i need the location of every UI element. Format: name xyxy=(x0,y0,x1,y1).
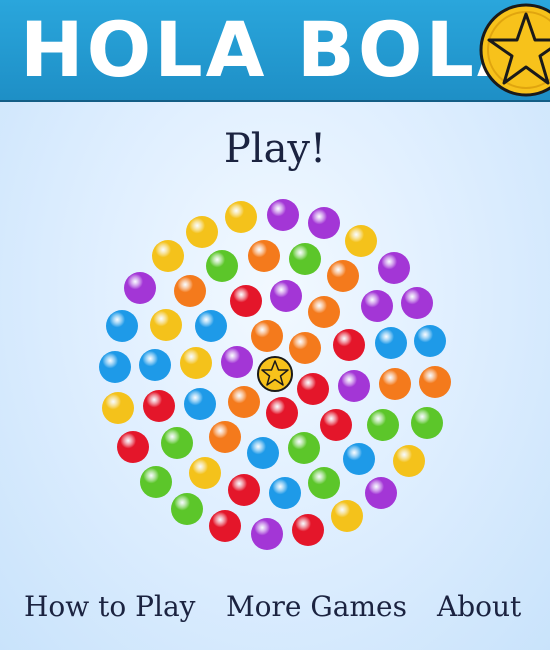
ball-purple[interactable] xyxy=(267,199,299,231)
ball-blue[interactable] xyxy=(414,325,446,357)
ball-purple[interactable] xyxy=(124,272,156,304)
ball-orange[interactable] xyxy=(308,296,340,328)
ball-red[interactable] xyxy=(333,329,365,361)
ball-purple[interactable] xyxy=(308,207,340,239)
ball-green[interactable] xyxy=(411,407,443,439)
ball-green[interactable] xyxy=(367,409,399,441)
ball-purple[interactable] xyxy=(378,252,410,284)
ball-orange[interactable] xyxy=(379,368,411,400)
ball-orange[interactable] xyxy=(289,332,321,364)
ball-green[interactable] xyxy=(161,427,193,459)
ball-purple[interactable] xyxy=(251,518,283,550)
ball-yellow[interactable] xyxy=(331,500,363,532)
ball-yellow[interactable] xyxy=(345,225,377,257)
play-button[interactable]: Play! xyxy=(0,126,550,172)
ball-green[interactable] xyxy=(171,493,203,525)
ball-red[interactable] xyxy=(209,510,241,542)
ball-green[interactable] xyxy=(308,467,340,499)
how-to-play-link[interactable]: How to Play xyxy=(24,590,195,623)
ball-purple[interactable] xyxy=(361,290,393,322)
ball-yellow[interactable] xyxy=(189,457,221,489)
ball-red[interactable] xyxy=(292,514,324,546)
ball-blue[interactable] xyxy=(106,310,138,342)
ball-yellow[interactable] xyxy=(186,216,218,248)
ball-board-canvas[interactable] xyxy=(0,195,550,555)
ball-yellow[interactable] xyxy=(152,240,184,272)
ball-orange[interactable] xyxy=(228,386,260,418)
ball-orange[interactable] xyxy=(174,275,206,307)
ball-blue[interactable] xyxy=(139,349,171,381)
ball-orange[interactable] xyxy=(251,320,283,352)
ball-purple[interactable] xyxy=(401,287,433,319)
more-games-link[interactable]: More Games xyxy=(226,590,407,623)
header-bar: HOLA BOLA! xyxy=(0,0,550,102)
ball-blue[interactable] xyxy=(195,310,227,342)
center-star-icon[interactable] xyxy=(257,356,293,392)
ball-blue[interactable] xyxy=(269,477,301,509)
ball-board[interactable] xyxy=(0,195,550,555)
star-icon xyxy=(479,3,550,97)
ball-orange[interactable] xyxy=(248,240,280,272)
ball-green[interactable] xyxy=(206,250,238,282)
ball-purple[interactable] xyxy=(270,280,302,312)
ball-green[interactable] xyxy=(140,466,172,498)
ball-green[interactable] xyxy=(288,432,320,464)
ball-orange[interactable] xyxy=(327,260,359,292)
ball-orange[interactable] xyxy=(209,421,241,453)
game-logo-title: HOLA BOLA! xyxy=(20,5,550,94)
ball-blue[interactable] xyxy=(99,351,131,383)
ball-red[interactable] xyxy=(228,474,260,506)
ball-orange[interactable] xyxy=(419,366,451,398)
ball-yellow[interactable] xyxy=(180,347,212,379)
ball-yellow[interactable] xyxy=(393,445,425,477)
ball-yellow[interactable] xyxy=(150,309,182,341)
ball-purple[interactable] xyxy=(365,477,397,509)
ball-yellow[interactable] xyxy=(225,201,257,233)
ball-red[interactable] xyxy=(266,397,298,429)
ball-blue[interactable] xyxy=(247,437,279,469)
ball-blue[interactable] xyxy=(343,443,375,475)
ball-red[interactable] xyxy=(297,373,329,405)
ball-green[interactable] xyxy=(289,243,321,275)
ball-purple[interactable] xyxy=(221,346,253,378)
ball-yellow[interactable] xyxy=(102,392,134,424)
ball-blue[interactable] xyxy=(375,327,407,359)
ball-red[interactable] xyxy=(320,409,352,441)
ball-blue[interactable] xyxy=(184,388,216,420)
about-link[interactable]: About xyxy=(437,590,521,623)
ball-purple[interactable] xyxy=(338,370,370,402)
ball-red[interactable] xyxy=(230,285,262,317)
ball-red[interactable] xyxy=(143,390,175,422)
ball-red[interactable] xyxy=(117,431,149,463)
